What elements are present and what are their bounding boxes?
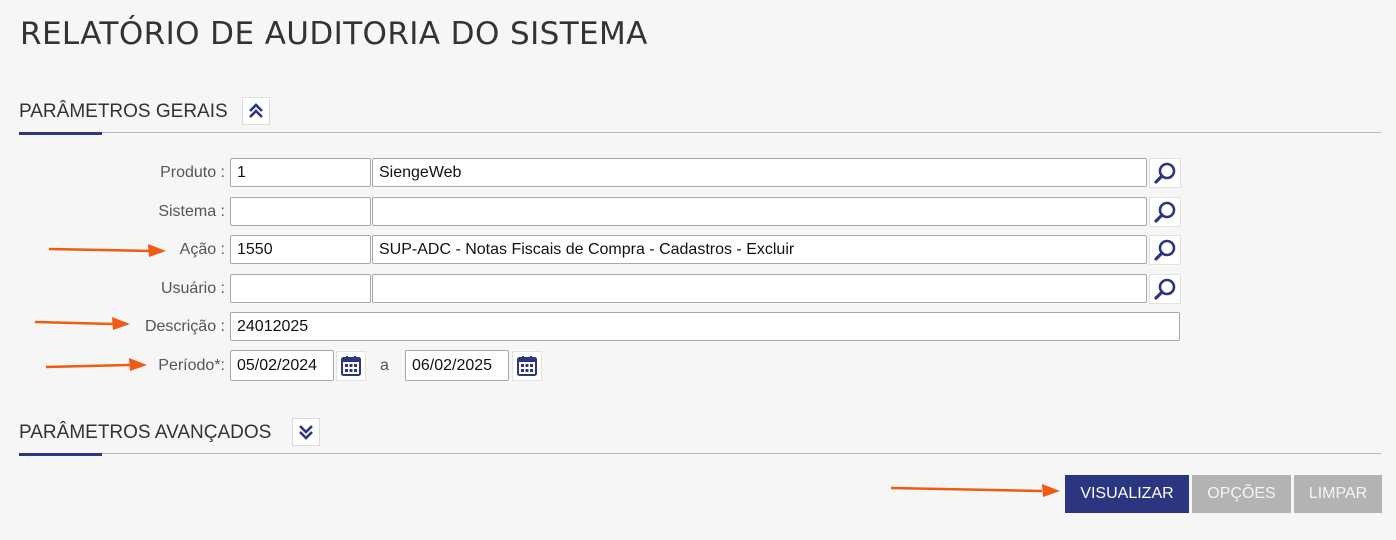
section-divider <box>19 132 1381 133</box>
section-divider <box>19 453 1381 454</box>
periodo-separator: a <box>380 357 389 374</box>
search-icon <box>1154 162 1176 184</box>
acao-label: Ação : <box>179 241 225 258</box>
acao-code-input[interactable] <box>230 235 371 264</box>
search-icon <box>1154 239 1176 261</box>
usuario-label: Usuário : <box>160 280 225 297</box>
double-chevron-down-icon <box>299 425 313 440</box>
section-title-general: PARÂMETROS GERAIS <box>19 101 228 122</box>
periodo-start-input[interactable] <box>230 350 334 381</box>
sistema-code-input[interactable] <box>230 197 371 226</box>
produto-code-input[interactable] <box>230 158 371 187</box>
opcoes-button[interactable]: OPÇÕES <box>1192 475 1291 513</box>
acao-description-input[interactable] <box>372 235 1147 264</box>
usuario-search-button[interactable] <box>1149 274 1181 304</box>
periodo-start-calendar-button[interactable] <box>336 351 366 381</box>
section-accent-bar <box>19 132 102 135</box>
expand-advanced-button[interactable] <box>292 418 320 446</box>
visualizar-button[interactable]: VISUALIZAR <box>1065 475 1189 513</box>
periodo-end-calendar-button[interactable] <box>512 351 542 381</box>
collapse-general-button[interactable] <box>242 97 270 125</box>
search-icon <box>1154 278 1176 300</box>
section-title-advanced: PARÂMETROS AVANÇADOS <box>19 422 272 443</box>
search-icon <box>1154 201 1176 223</box>
double-chevron-up-icon <box>249 103 263 118</box>
sistema-label: Sistema : <box>158 203 225 220</box>
descricao-label: Descrição : <box>144 318 225 335</box>
usuario-description-input[interactable] <box>372 274 1147 303</box>
acao-search-button[interactable] <box>1149 235 1181 265</box>
calendar-icon <box>341 356 361 376</box>
sistema-description-input[interactable] <box>372 197 1147 226</box>
limpar-button[interactable]: LIMPAR <box>1294 475 1382 513</box>
section-accent-bar <box>19 453 102 456</box>
usuario-code-input[interactable] <box>230 274 371 303</box>
page-title: RELATÓRIO DE AUDITORIA DO SISTEMA <box>20 16 648 52</box>
calendar-icon <box>517 356 537 376</box>
sistema-search-button[interactable] <box>1149 197 1181 227</box>
descricao-input[interactable] <box>230 312 1180 341</box>
section-header-general: PARÂMETROS GERAIS <box>19 97 1381 135</box>
produto-description-input[interactable] <box>372 158 1147 187</box>
produto-search-button[interactable] <box>1149 158 1181 188</box>
periodo-end-input[interactable] <box>405 350 509 381</box>
annotation-arrow-visualizar <box>890 484 1060 497</box>
section-header-advanced: PARÂMETROS AVANÇADOS <box>19 418 1381 456</box>
produto-label: Produto : <box>160 164 225 181</box>
periodo-label: Período*: <box>158 357 225 374</box>
